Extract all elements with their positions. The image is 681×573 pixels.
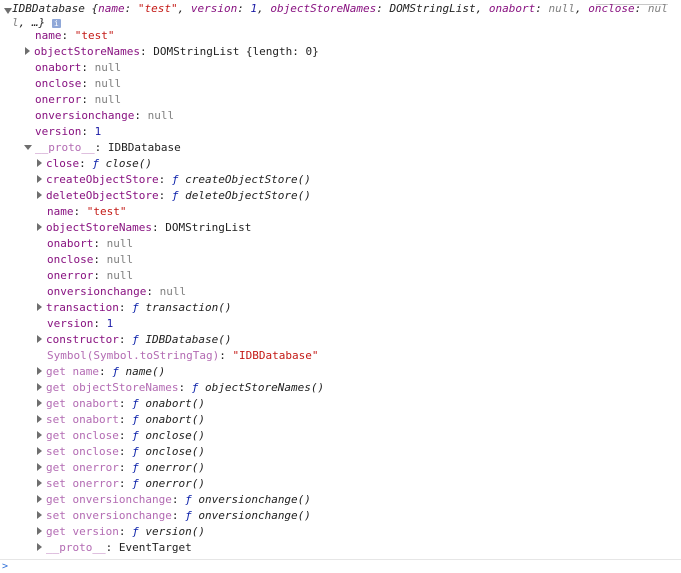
expand-arrow-icon[interactable]: [37, 383, 42, 391]
expand-arrow-icon[interactable]: [37, 175, 42, 183]
proto-get-onversionchange[interactable]: get onversionchange: ƒ onversionchange(): [37, 492, 311, 508]
expand-arrow-icon[interactable]: [37, 479, 42, 487]
collapse-arrow-icon[interactable]: [24, 144, 32, 150]
expand-arrow-icon[interactable]: [37, 223, 42, 231]
expand-arrow-icon[interactable]: [37, 543, 42, 551]
proto-createObjectStore[interactable]: createObjectStore: ƒ createObjectStore(): [37, 172, 311, 188]
expand-arrow-icon[interactable]: [37, 431, 42, 439]
proto-onerror: onerror: null: [47, 269, 134, 282]
expand-arrow-icon[interactable]: [4, 8, 12, 14]
expand-arrow-icon[interactable]: [37, 415, 42, 423]
expand-arrow-icon[interactable]: [37, 511, 42, 519]
prop-objectStoreNames[interactable]: objectStoreNames: DOMStringList {length:…: [25, 44, 319, 60]
prop-version: version: 1: [35, 125, 102, 138]
prop-onversionchange: onversionchange: null: [35, 109, 175, 122]
proto-transaction[interactable]: transaction: ƒ transaction(): [37, 300, 231, 316]
proto-objectStoreNames[interactable]: objectStoreNames: DOMStringList: [37, 220, 251, 236]
expand-arrow-icon[interactable]: [37, 159, 42, 167]
proto-get-onclose[interactable]: get onclose: ƒ onclose(): [37, 428, 205, 444]
proto-get-objectStoreNames[interactable]: get objectStoreNames: ƒ objectStoreNames…: [37, 380, 324, 396]
prop-name: name: "test": [35, 29, 115, 42]
proto-name: name: "test": [47, 205, 127, 218]
proto-set-onerror[interactable]: set onerror: ƒ onerror(): [37, 476, 205, 492]
proto-toStringTag: Symbol(Symbol.toStringTag): "IDBDatabase…: [47, 349, 319, 362]
proto-get-version[interactable]: get version: ƒ version(): [37, 524, 205, 540]
prop-proto[interactable]: __proto__: IDBDatabase: [24, 140, 181, 156]
proto-get-onabort[interactable]: get onabort: ƒ onabort(): [37, 396, 205, 412]
expand-arrow-icon[interactable]: [37, 399, 42, 407]
info-icon[interactable]: i: [51, 18, 61, 28]
proto-get-name[interactable]: get name: ƒ name(): [37, 364, 165, 380]
proto-onclose: onclose: null: [47, 253, 134, 266]
proto-version: version: 1: [47, 317, 114, 330]
expand-arrow-icon[interactable]: [37, 527, 42, 535]
object-preview: IDBDatabase {name: "test", version: 1, o…: [12, 2, 668, 29]
proto-get-onerror[interactable]: get onerror: ƒ onerror(): [37, 460, 205, 476]
prop-onabort: onabort: null: [35, 61, 122, 74]
prop-onclose: onclose: null: [35, 77, 122, 90]
proto-set-onabort[interactable]: set onabort: ƒ onabort(): [37, 412, 205, 428]
console-divider: [0, 559, 681, 560]
proto-onabort: onabort: null: [47, 237, 134, 250]
expand-arrow-icon[interactable]: [37, 495, 42, 503]
expand-arrow-icon[interactable]: [25, 47, 30, 55]
object-summary[interactable]: IDBDatabase {name: "test", version: 1, o…: [0, 2, 676, 30]
proto-proto-eventtarget[interactable]: __proto__: EventTarget: [37, 540, 192, 556]
proto-close[interactable]: close: ƒ close(): [37, 156, 152, 172]
expand-arrow-icon[interactable]: [37, 191, 42, 199]
proto-set-onclose[interactable]: set onclose: ƒ onclose(): [37, 444, 205, 460]
console-prompt[interactable]: >: [2, 561, 8, 572]
expand-arrow-icon[interactable]: [37, 463, 42, 471]
expand-arrow-icon[interactable]: [37, 303, 42, 311]
prop-onerror: onerror: null: [35, 93, 122, 106]
proto-set-onversionchange[interactable]: set onversionchange: ƒ onversionchange(): [37, 508, 311, 524]
expand-arrow-icon[interactable]: [37, 447, 42, 455]
proto-onversionchange: onversionchange: null: [47, 285, 187, 298]
proto-constructor[interactable]: constructor: ƒ IDBDatabase(): [37, 332, 231, 348]
proto-deleteObjectStore[interactable]: deleteObjectStore: ƒ deleteObjectStore(): [37, 188, 311, 204]
expand-arrow-icon[interactable]: [37, 367, 42, 375]
expand-arrow-icon[interactable]: [37, 335, 42, 343]
